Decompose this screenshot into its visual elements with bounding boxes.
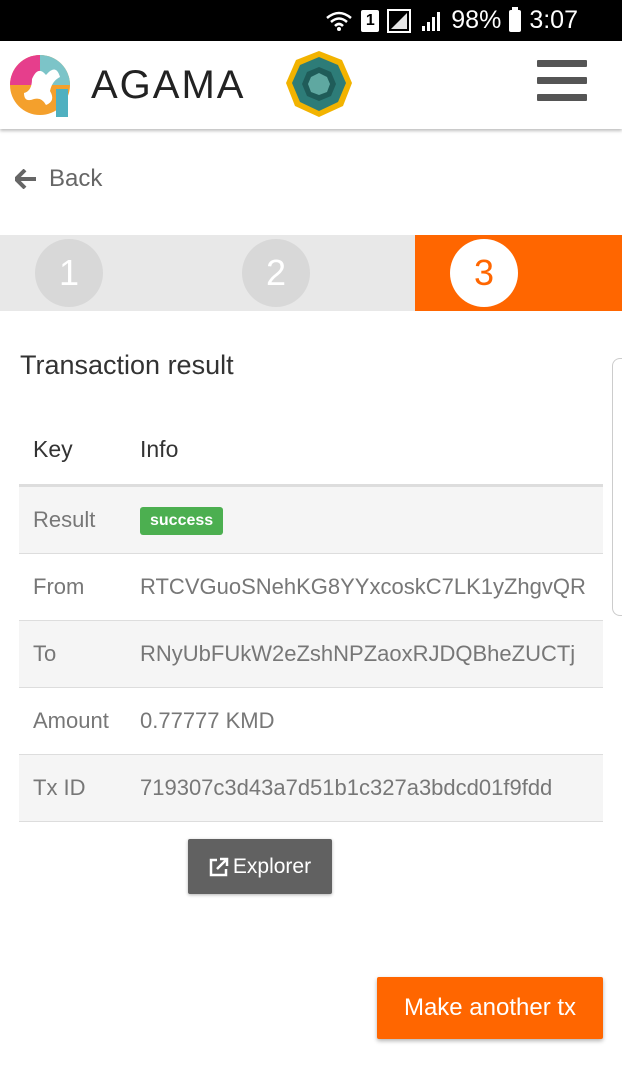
active-step-highlight: [415, 235, 622, 311]
menu-bar: [537, 94, 587, 101]
step-3: 3: [450, 239, 518, 307]
table-row: To RNyUbFUkW2eZshNPZaoxRJDQBheZUCTj: [19, 620, 603, 688]
row-key: From: [19, 553, 126, 621]
battery-percent: 98%: [451, 6, 502, 34]
table-row: Result success: [19, 485, 603, 554]
menu-bar: [537, 60, 587, 67]
row-key: Amount: [19, 687, 126, 755]
battery-icon: [509, 6, 522, 32]
arrow-left-icon: [15, 169, 36, 189]
row-value: 0.77777 KMD: [126, 687, 603, 755]
status-badge: success: [140, 507, 224, 535]
transaction-result-table: Key Info Result success From RTCVGuoSNeh…: [19, 414, 603, 822]
side-scroll-tab[interactable]: [612, 358, 622, 616]
explorer-label: Explorer: [232, 854, 312, 878]
agama-logo-icon: [10, 55, 70, 117]
row-value: RNyUbFUkW2eZshNPZaoxRJDQBheZUCTj: [126, 620, 603, 688]
row-key: To: [19, 620, 126, 688]
table-row: Tx ID 719307c3d43a7d51b1c327a3bdcd01f9fd…: [19, 754, 603, 822]
signal-icon: [387, 8, 413, 33]
sim-indicator: 1: [361, 9, 380, 32]
step-1: 1: [35, 239, 103, 307]
table-header-row: Key Info: [19, 414, 603, 487]
row-key: Result: [19, 485, 126, 554]
signal-bars-icon: [421, 10, 443, 32]
row-value: RTCVGuoSNehKG8YYxcoskC7LK1yZhgvQR: [126, 553, 603, 621]
external-link-icon: [209, 857, 229, 876]
row-value: success: [126, 485, 603, 554]
step-indicator: 1 2 3: [0, 235, 622, 311]
app-header: AGAMA: [0, 41, 622, 129]
explorer-button[interactable]: Explorer: [188, 839, 332, 894]
komodo-logo-icon: [286, 51, 352, 117]
menu-bar: [537, 77, 587, 84]
step-2: 2: [242, 239, 310, 307]
back-link[interactable]: Back: [15, 165, 102, 193]
clock: 3:07: [529, 6, 578, 34]
transaction-result-title: Transaction result: [20, 350, 234, 380]
column-header-key: Key: [19, 414, 126, 487]
make-another-tx-button[interactable]: Make another tx: [377, 977, 603, 1039]
table-row: Amount 0.77777 KMD: [19, 687, 603, 755]
brand-name: AGAMA: [91, 63, 246, 107]
status-bar: 1 98% 3:07: [0, 0, 622, 41]
wifi-icon: [325, 10, 353, 32]
row-value: 719307c3d43a7d51b1c327a3bdcd01f9fdd: [126, 754, 603, 822]
column-header-info: Info: [126, 414, 603, 487]
back-label: Back: [49, 165, 103, 192]
hamburger-menu-button[interactable]: [537, 60, 587, 104]
row-key: Tx ID: [19, 754, 126, 822]
table-row: From RTCVGuoSNehKG8YYxcoskC7LK1yZhgvQR: [19, 553, 603, 621]
